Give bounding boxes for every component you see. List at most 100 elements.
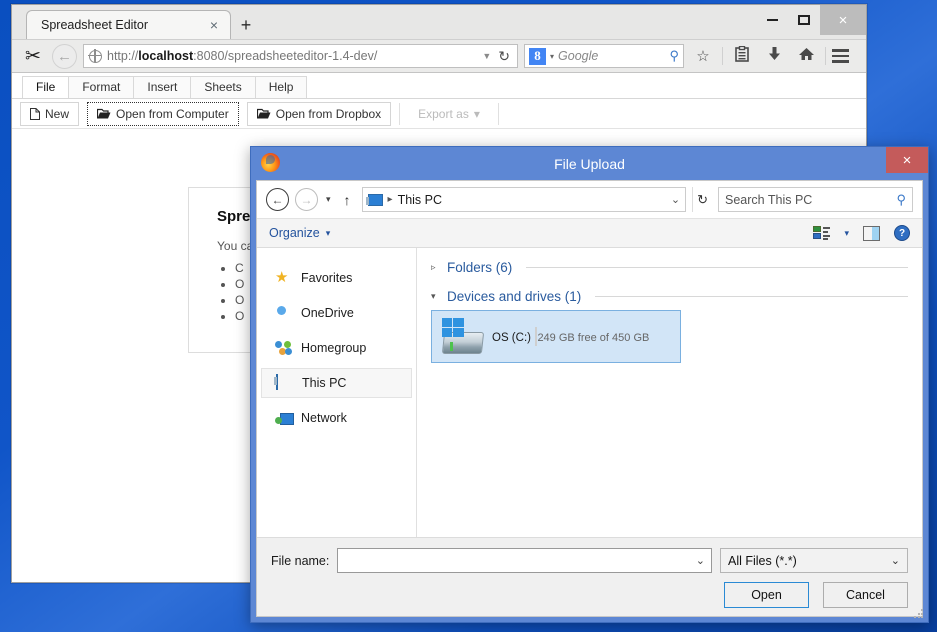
chevron-down-icon[interactable]: ▾ [844, 228, 849, 239]
this-pc-icon [276, 373, 293, 392]
toolbar-divider [497, 102, 499, 125]
close-icon[interactable]: × [206, 17, 222, 33]
group-header-label: Devices and drives (1) [447, 289, 582, 304]
open-from-computer-label: Open from Computer [116, 106, 229, 121]
dialog-main: ★ Favorites OneDrive Homegroup This PC N… [257, 248, 922, 537]
bookmark-star-icon[interactable]: ☆ [690, 47, 716, 65]
minimize-button[interactable] [756, 5, 788, 35]
maximize-button[interactable] [788, 5, 820, 35]
chevron-down-icon[interactable]: ▼ [482, 51, 491, 61]
browser-navigation-bar: ✂ ← http://localhost:8080/spreadsheetedi… [12, 39, 866, 73]
app-tab-insert[interactable]: Insert [133, 76, 192, 98]
new-button-label: New [45, 106, 70, 121]
sidebar-item-this-pc[interactable]: This PC [261, 368, 412, 398]
toolbar-divider [825, 47, 826, 65]
sidebar-item-favorites[interactable]: ★ Favorites [261, 263, 412, 293]
search-icon[interactable]: ⚲ [669, 48, 679, 64]
back-button[interactable]: ← [52, 43, 77, 69]
dialog-footer: File name: ⌄ All Files (*.*) ⌄ Open Canc… [257, 537, 922, 616]
document-icon [30, 107, 40, 120]
app-tab-format[interactable]: Format [68, 76, 135, 98]
organize-button[interactable]: Organize ▾ [269, 226, 330, 240]
library-icon[interactable] [729, 45, 755, 66]
resize-grip[interactable] [914, 609, 924, 619]
recent-locations-icon[interactable]: ▾ [324, 194, 333, 205]
dialog-body: ← → ▾ ↑ ▸ This PC ⌄ ↻ Search This PC ⚲ O… [256, 180, 923, 617]
dialog-button-row: Open Cancel [271, 582, 908, 608]
chevron-down-icon: ▾ [473, 106, 480, 121]
file-list-area[interactable]: ▹ Folders (6) ▾ Devices and drives (1) O… [417, 248, 922, 537]
dialog-title-bar[interactable]: File Upload × [251, 147, 928, 180]
menu-hamburger-icon[interactable] [832, 49, 858, 63]
app-tab-sheets[interactable]: Sheets [190, 76, 256, 98]
app-tab-help[interactable]: Help [254, 76, 308, 98]
scissors-icon[interactable]: ✂ [20, 47, 46, 66]
drive-free-space: 249 GB free of 450 GB [537, 331, 650, 344]
breadcrumb-separator: ▸ [387, 194, 393, 205]
nav-forward-button[interactable]: → [295, 188, 318, 211]
refresh-button[interactable]: ↻ [692, 187, 712, 212]
window-controls: × [756, 5, 866, 35]
firefox-icon [261, 153, 280, 172]
change-view-icon[interactable] [813, 226, 831, 240]
file-type-filter-select[interactable]: All Files (*.*) ⌄ [720, 548, 908, 573]
browser-tab[interactable]: Spreadsheet Editor × [26, 10, 231, 39]
app-tab-file[interactable]: File [22, 76, 70, 98]
help-icon[interactable]: ? [894, 225, 910, 241]
minimize-icon [766, 19, 778, 21]
chevron-down-icon[interactable]: ▾ [431, 291, 440, 302]
search-icon[interactable]: ⚲ [896, 192, 906, 208]
google-icon[interactable]: 8 [529, 47, 546, 65]
sidebar-item-homegroup[interactable]: Homegroup [261, 333, 412, 363]
reload-icon[interactable]: ↻ [496, 48, 512, 65]
nav-up-button[interactable]: ↑ [339, 192, 356, 208]
drive-item-os-c[interactable]: OS (C:) 249 GB free of 450 GB [431, 310, 681, 363]
toolbar-divider [722, 47, 723, 65]
network-icon [275, 411, 294, 426]
search-input[interactable]: 8 ▾ Google ⚲ [524, 44, 684, 68]
chevron-down-icon[interactable]: ⌄ [696, 554, 705, 567]
drive-info: OS (C:) 249 GB free of 450 GB [492, 326, 673, 346]
chevron-down-icon[interactable]: ⌄ [891, 554, 900, 567]
breadcrumb[interactable]: This PC [398, 193, 442, 207]
hard-drive-icon [439, 317, 485, 356]
group-header-devices[interactable]: ▾ Devices and drives (1) [431, 289, 908, 304]
url-bar[interactable]: http://localhost:8080/spreadsheeteditor-… [83, 44, 518, 68]
open-from-dropbox-label: Open from Dropbox [275, 106, 382, 121]
drive-name: OS (C:) [492, 331, 531, 344]
chevron-down-icon[interactable]: ▾ [550, 52, 554, 61]
sidebar-item-label: Network [301, 411, 347, 425]
group-rule [526, 267, 908, 268]
new-button[interactable]: New [20, 101, 80, 126]
address-bar[interactable]: ▸ This PC ⌄ [361, 187, 687, 212]
sidebar-item-onedrive[interactable]: OneDrive [261, 298, 412, 328]
chevron-down-icon[interactable]: ⌄ [671, 193, 680, 206]
preview-pane-icon[interactable] [863, 225, 880, 241]
window-close-button[interactable]: × [820, 5, 866, 35]
sidebar-item-network[interactable]: Network [261, 403, 412, 433]
open-from-dropbox-button[interactable]: Open from Dropbox [246, 101, 392, 126]
open-from-computer-button[interactable]: Open from Computer [87, 101, 239, 126]
app-tab-bar: File Format Insert Sheets Help [12, 73, 866, 99]
dialog-close-button[interactable]: × [886, 147, 928, 173]
open-button[interactable]: Open [724, 582, 809, 608]
sidebar-item-label: OneDrive [301, 306, 354, 320]
download-icon[interactable] [761, 46, 787, 66]
group-header-folders[interactable]: ▹ Folders (6) [431, 260, 908, 275]
homegroup-icon [275, 340, 292, 356]
globe-icon [88, 48, 102, 63]
dialog-search-input[interactable]: Search This PC ⚲ [718, 187, 913, 212]
cancel-button[interactable]: Cancel [823, 582, 908, 608]
home-icon[interactable] [793, 46, 819, 66]
dialog-navigation-bar: ← → ▾ ↑ ▸ This PC ⌄ ↻ Search This PC ⚲ [257, 181, 922, 218]
new-tab-button[interactable]: + [231, 12, 261, 39]
chevron-right-icon[interactable]: ▹ [431, 262, 440, 273]
folder-open-icon [256, 108, 271, 119]
hamburger-glyph [832, 49, 858, 63]
sidebar-item-label: Homegroup [301, 341, 367, 355]
this-pc-icon [365, 193, 383, 206]
browser-tab-title: Spreadsheet Editor [41, 18, 149, 32]
nav-back-button[interactable]: ← [266, 188, 289, 211]
export-as-button[interactable]: Export as ▾ [408, 101, 490, 126]
filename-input[interactable]: ⌄ [337, 548, 712, 573]
